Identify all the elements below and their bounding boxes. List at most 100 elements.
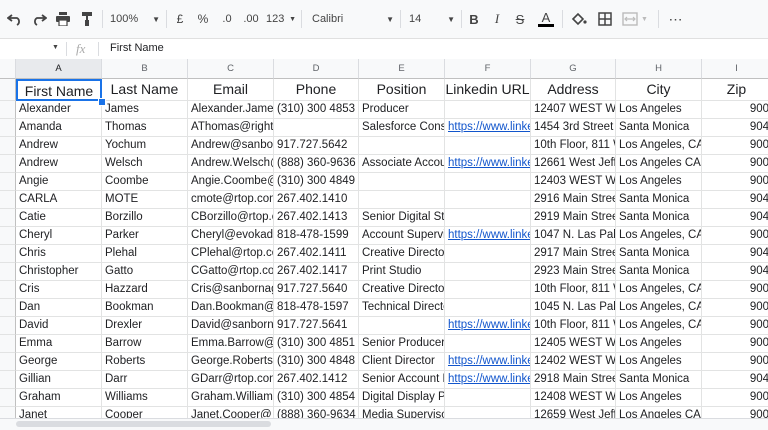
table-cell[interactable]: 900 (702, 317, 768, 335)
table-cell[interactable]: Andrew (16, 137, 102, 155)
header-cell[interactable]: Linkedin URL (445, 79, 531, 101)
table-cell[interactable]: 12407 WEST W (531, 101, 616, 119)
table-cell[interactable]: Graham (16, 389, 102, 407)
table-cell[interactable]: CPlehal@rtop.co (188, 245, 274, 263)
table-cell[interactable]: 10th Floor, 811 W (531, 137, 616, 155)
table-cell[interactable]: Cris (16, 281, 102, 299)
header-cell[interactable]: Address (531, 79, 616, 101)
font-family-select[interactable]: Calibri ▼ (312, 9, 394, 29)
table-cell[interactable]: 1045 N. Las Pal (531, 299, 616, 317)
table-cell[interactable]: Client Director (359, 353, 445, 371)
table-cell[interactable]: George (16, 353, 102, 371)
table-cell[interactable] (445, 101, 531, 119)
row-number[interactable] (0, 209, 16, 227)
header-cell[interactable]: Position (359, 79, 445, 101)
table-cell[interactable]: https://www.linke (445, 119, 531, 137)
table-cell[interactable] (359, 317, 445, 335)
table-cell[interactable]: Coombe (102, 173, 188, 191)
table-cell[interactable]: (310) 300 4851 (274, 335, 359, 353)
table-cell[interactable]: cmote@rtop.com (188, 191, 274, 209)
table-cell[interactable]: 900 (702, 173, 768, 191)
row-number[interactable] (0, 137, 16, 155)
table-cell[interactable]: CGatto@rtop.co (188, 263, 274, 281)
table-cell[interactable]: Creative Director (359, 245, 445, 263)
table-cell[interactable]: 267.402.1412 (274, 371, 359, 389)
row-number[interactable] (0, 155, 16, 173)
row-number[interactable] (0, 191, 16, 209)
print-icon[interactable] (54, 9, 72, 29)
table-cell[interactable] (445, 173, 531, 191)
table-cell[interactable]: George.Roberts (188, 353, 274, 371)
scrollbar-thumb[interactable] (16, 421, 271, 427)
zoom-select[interactable]: 100% ▼ (110, 9, 160, 29)
table-cell[interactable]: Digital Display Producer and Proje (359, 389, 445, 407)
table-cell[interactable]: (310) 300 4854 (274, 389, 359, 407)
table-cell[interactable]: 904 (702, 191, 768, 209)
header-cell[interactable]: Zip (702, 79, 768, 101)
table-cell[interactable]: Los Angeles, CA (616, 299, 702, 317)
table-cell[interactable]: 904 (702, 209, 768, 227)
formula-input[interactable]: First Name (110, 42, 164, 54)
table-cell[interactable]: Senior Producer (359, 335, 445, 353)
merge-cells-icon[interactable]: ▼ (620, 9, 650, 29)
row-number[interactable] (0, 101, 16, 119)
table-cell[interactable]: Los Angeles, CA (616, 137, 702, 155)
table-cell[interactable]: 900 (702, 227, 768, 245)
table-cell[interactable] (445, 281, 531, 299)
table-cell[interactable]: 904 (702, 371, 768, 389)
table-cell[interactable]: Gillian (16, 371, 102, 389)
row-number[interactable] (0, 245, 16, 263)
table-cell[interactable]: 267.402.1413 (274, 209, 359, 227)
table-cell[interactable]: Alexander.James (188, 101, 274, 119)
table-cell[interactable]: Darr (102, 371, 188, 389)
table-cell[interactable]: Technical Director (359, 299, 445, 317)
table-cell[interactable]: (310) 300 4853 (274, 101, 359, 119)
bold-button[interactable]: B (467, 9, 481, 29)
horizontal-scrollbar[interactable] (0, 418, 768, 430)
table-cell[interactable] (445, 245, 531, 263)
table-cell[interactable]: 818-478-1597 (274, 299, 359, 317)
table-cell[interactable]: David@sanborn (188, 317, 274, 335)
table-cell[interactable] (445, 137, 531, 155)
column-header-g[interactable]: G (531, 59, 616, 79)
table-cell[interactable]: MOTE (102, 191, 188, 209)
table-cell[interactable]: AThomas@rightpoint.com (188, 119, 274, 137)
table-cell[interactable]: Williams (102, 389, 188, 407)
table-cell[interactable]: Barrow (102, 335, 188, 353)
table-cell[interactable] (274, 119, 359, 137)
table-cell[interactable]: 917.727.5640 (274, 281, 359, 299)
table-cell[interactable]: Los Angeles, CA (616, 281, 702, 299)
table-cell[interactable]: Catie (16, 209, 102, 227)
table-cell[interactable]: 818-478-1599 (274, 227, 359, 245)
header-cell[interactable]: Phone (274, 79, 359, 101)
table-cell[interactable]: Producer (359, 101, 445, 119)
table-cell[interactable]: Salesforce Cons (359, 119, 445, 137)
header-cell[interactable]: Email (188, 79, 274, 101)
table-cell[interactable]: Angie.Coombe@ (188, 173, 274, 191)
italic-button[interactable]: I (490, 9, 504, 29)
column-header-h[interactable]: H (616, 59, 702, 79)
table-cell[interactable]: Hazzard (102, 281, 188, 299)
table-cell[interactable]: 12661 West Jeff (531, 155, 616, 173)
table-cell[interactable]: 900 (702, 335, 768, 353)
row-number[interactable] (0, 227, 16, 245)
table-cell[interactable]: 900 (702, 389, 768, 407)
row-number[interactable] (0, 281, 16, 299)
decrease-decimal-button[interactable]: .0 (217, 9, 237, 29)
table-cell[interactable]: 267.402.1417 (274, 263, 359, 281)
table-cell[interactable] (445, 191, 531, 209)
select-all-corner[interactable] (0, 59, 16, 79)
table-cell[interactable]: Los Angeles (616, 173, 702, 191)
borders-icon[interactable] (596, 9, 614, 29)
table-cell[interactable]: 10th Floor, 811 W (531, 281, 616, 299)
table-cell[interactable]: 900 (702, 101, 768, 119)
table-cell[interactable]: 904 (702, 119, 768, 137)
table-cell[interactable]: 2919 Main Stree (531, 209, 616, 227)
table-cell[interactable]: (310) 300 4848 (274, 353, 359, 371)
table-cell[interactable]: Cheryl@evokad. (188, 227, 274, 245)
table-cell[interactable]: Andrew@sanbor (188, 137, 274, 155)
table-cell[interactable]: Welsch (102, 155, 188, 173)
table-cell[interactable]: Graham.Williams (188, 389, 274, 407)
table-cell[interactable]: 2916 Main Stree (531, 191, 616, 209)
table-cell[interactable] (445, 299, 531, 317)
